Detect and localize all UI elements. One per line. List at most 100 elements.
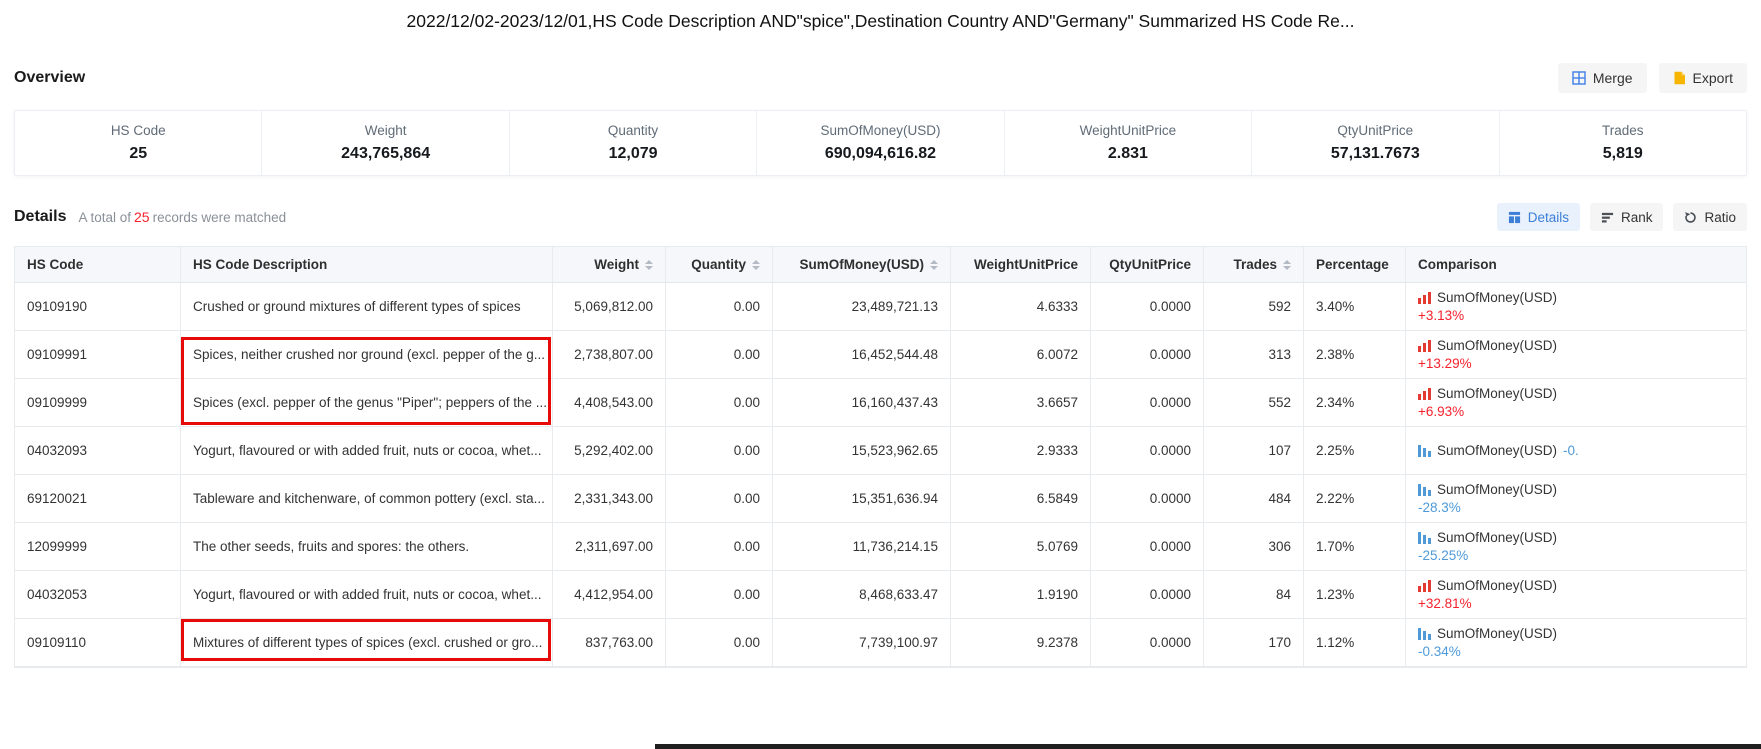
stat-label: Quantity (608, 123, 658, 138)
column-header-sum-of-money[interactable]: SumOfMoney(USD) (773, 247, 951, 282)
comparison-period-label: SumOfMoney(USD) (1437, 482, 1557, 497)
merge-grid-icon (1572, 71, 1586, 85)
sum-of-money-cell: 16,160,437.43 (773, 379, 951, 426)
comparison-cell: SumOfMoney(USD) +6.93% +6.93% (1406, 379, 1746, 426)
hs-code-cell: 12099999 (15, 523, 181, 570)
table-row[interactable]: 09109190 Crushed or ground mixtures of d… (15, 283, 1746, 331)
qty-unit-price-cell: 0.0000 (1091, 571, 1204, 618)
column-header-description: HS Code Description (181, 247, 553, 282)
column-header-quantity[interactable]: Quantity (666, 247, 773, 282)
quantity-cell: 0.00 (666, 475, 773, 522)
rank-bars-icon (1601, 211, 1614, 224)
description-cell: Crushed or ground mixtures of different … (181, 283, 553, 330)
sort-icons[interactable] (1283, 260, 1291, 270)
sort-icons[interactable] (645, 260, 653, 270)
sum-of-money-cell: 16,452,544.48 (773, 331, 951, 378)
trend-up-chart-icon (1418, 580, 1431, 592)
export-button[interactable]: Export (1659, 63, 1747, 93)
ratio-view-button[interactable]: Ratio (1673, 203, 1747, 231)
details-view-label: Details (1528, 210, 1569, 225)
comparison-cell: SumOfMoney(USD) +3.13% +3.13% (1406, 283, 1746, 330)
rank-view-label: Rank (1621, 210, 1653, 225)
comparison-period-label: SumOfMoney(USD) (1437, 386, 1557, 401)
stat-trades: Trades 5,819 (1500, 111, 1746, 175)
comparison-cell: SumOfMoney(USD) +13.29% +13.29% (1406, 331, 1746, 378)
comparison-period-label: SumOfMoney(USD) (1437, 338, 1557, 353)
sum-of-money-cell: 23,489,721.13 (773, 283, 951, 330)
table-row[interactable]: 04032053 Yogurt, flavoured or with added… (15, 571, 1746, 619)
trend-down-chart-icon (1418, 484, 1431, 496)
hs-code-cell: 04032053 (15, 571, 181, 618)
comparison-label-line: SumOfMoney(USD) +6.93% (1418, 386, 1557, 401)
ratio-view-label: Ratio (1704, 210, 1736, 225)
weight-cell: 4,412,954.00 (553, 571, 666, 618)
merge-button[interactable]: Merge (1558, 63, 1647, 93)
stat-label: Weight (365, 123, 407, 138)
comparison-value: +13.29% (1418, 356, 1472, 371)
details-view-button[interactable]: Details (1497, 203, 1580, 231)
ratio-cycle-icon (1684, 211, 1697, 224)
column-header-trades[interactable]: Trades (1204, 247, 1304, 282)
details-table: HS Code HS Code Description Weight Quant… (14, 246, 1747, 668)
sort-icons[interactable] (752, 260, 760, 270)
comparison-period-label: SumOfMoney(USD) (1437, 530, 1557, 545)
quantity-cell: 0.00 (666, 619, 773, 666)
trades-cell: 84 (1204, 571, 1304, 618)
table-body: 09109190 Crushed or ground mixtures of d… (15, 283, 1746, 667)
table-row[interactable]: 09109110 Mixtures of different types of … (15, 619, 1746, 667)
qty-unit-price-cell: 0.0000 (1091, 427, 1204, 474)
sort-icons[interactable] (930, 260, 938, 270)
comparison-value: +6.93% (1418, 404, 1464, 419)
weight-cell: 2,331,343.00 (553, 475, 666, 522)
percentage-cell: 2.22% (1304, 475, 1406, 522)
comparison-value-inline: -0. (1563, 443, 1579, 458)
comparison-cell: SumOfMoney(USD) -0.34% -0.34% (1406, 619, 1746, 666)
qty-unit-price-cell: 0.0000 (1091, 523, 1204, 570)
trades-cell: 170 (1204, 619, 1304, 666)
comparison-cell: SumOfMoney(USD) +32.81% +32.81% (1406, 571, 1746, 618)
details-heading-group: Details A total of25records were matched (14, 208, 286, 226)
weight-cell: 5,292,402.00 (553, 427, 666, 474)
stat-quantity: Quantity 12,079 (510, 111, 757, 175)
description-cell: Tableware and kitchenware, of common pot… (181, 475, 553, 522)
comparison-period-label: SumOfMoney(USD) (1437, 626, 1557, 641)
comparison-value: -25.25% (1418, 548, 1468, 563)
comparison-cell: SumOfMoney(USD) -28.3% -28.3% (1406, 475, 1746, 522)
stat-label: WeightUnitPrice (1080, 123, 1177, 138)
table-row[interactable]: 09109999 Spices (excl. pepper of the gen… (15, 379, 1746, 427)
table-row[interactable]: 09109991 Spices, neither crushed nor gro… (15, 331, 1746, 379)
percentage-cell: 2.38% (1304, 331, 1406, 378)
hs-code-cell: 69120021 (15, 475, 181, 522)
match-summary: A total of25records were matched (78, 209, 286, 225)
overview-heading: Overview (14, 69, 85, 87)
stat-value: 25 (129, 145, 147, 163)
comparison-cell: SumOfMoney(USD) -25.25% -25.25% (1406, 523, 1746, 570)
table-row[interactable]: 04032093 Yogurt, flavoured or with added… (15, 427, 1746, 475)
overview-stats-card: HS Code 25 Weight 243,765,864 Quantity 1… (14, 110, 1747, 176)
description-cell: Mixtures of different types of spices (e… (181, 619, 553, 666)
table-row[interactable]: 12099999 The other seeds, fruits and spo… (15, 523, 1746, 571)
stat-label: SumOfMoney(USD) (820, 123, 940, 138)
view-toggle-group: Details Rank Ratio (1497, 203, 1747, 231)
trades-cell: 592 (1204, 283, 1304, 330)
qty-unit-price-cell: 0.0000 (1091, 379, 1204, 426)
stat-weight-unit-price: WeightUnitPrice 2.831 (1005, 111, 1252, 175)
weight-unit-price-cell: 1.9190 (951, 571, 1091, 618)
comparison-label-line: SumOfMoney(USD) +13.29% (1418, 338, 1557, 353)
sum-of-money-cell: 8,468,633.47 (773, 571, 951, 618)
weight-unit-price-cell: 4.6333 (951, 283, 1091, 330)
export-button-label: Export (1693, 70, 1733, 86)
rank-view-button[interactable]: Rank (1590, 203, 1664, 231)
weight-unit-price-cell: 6.5849 (951, 475, 1091, 522)
weight-cell: 837,763.00 (553, 619, 666, 666)
weight-cell: 4,408,543.00 (553, 379, 666, 426)
weight-unit-price-cell: 3.6657 (951, 379, 1091, 426)
table-row[interactable]: 69120021 Tableware and kitchenware, of c… (15, 475, 1746, 523)
description-cell: Spices (excl. pepper of the genus "Piper… (181, 379, 553, 426)
description-cell: Spices, neither crushed nor ground (excl… (181, 331, 553, 378)
hs-code-cell: 04032093 (15, 427, 181, 474)
comparison-label-line: SumOfMoney(USD) +32.81% (1418, 578, 1557, 593)
weight-cell: 2,738,807.00 (553, 331, 666, 378)
hs-code-cell: 09109190 (15, 283, 181, 330)
column-header-weight[interactable]: Weight (553, 247, 666, 282)
